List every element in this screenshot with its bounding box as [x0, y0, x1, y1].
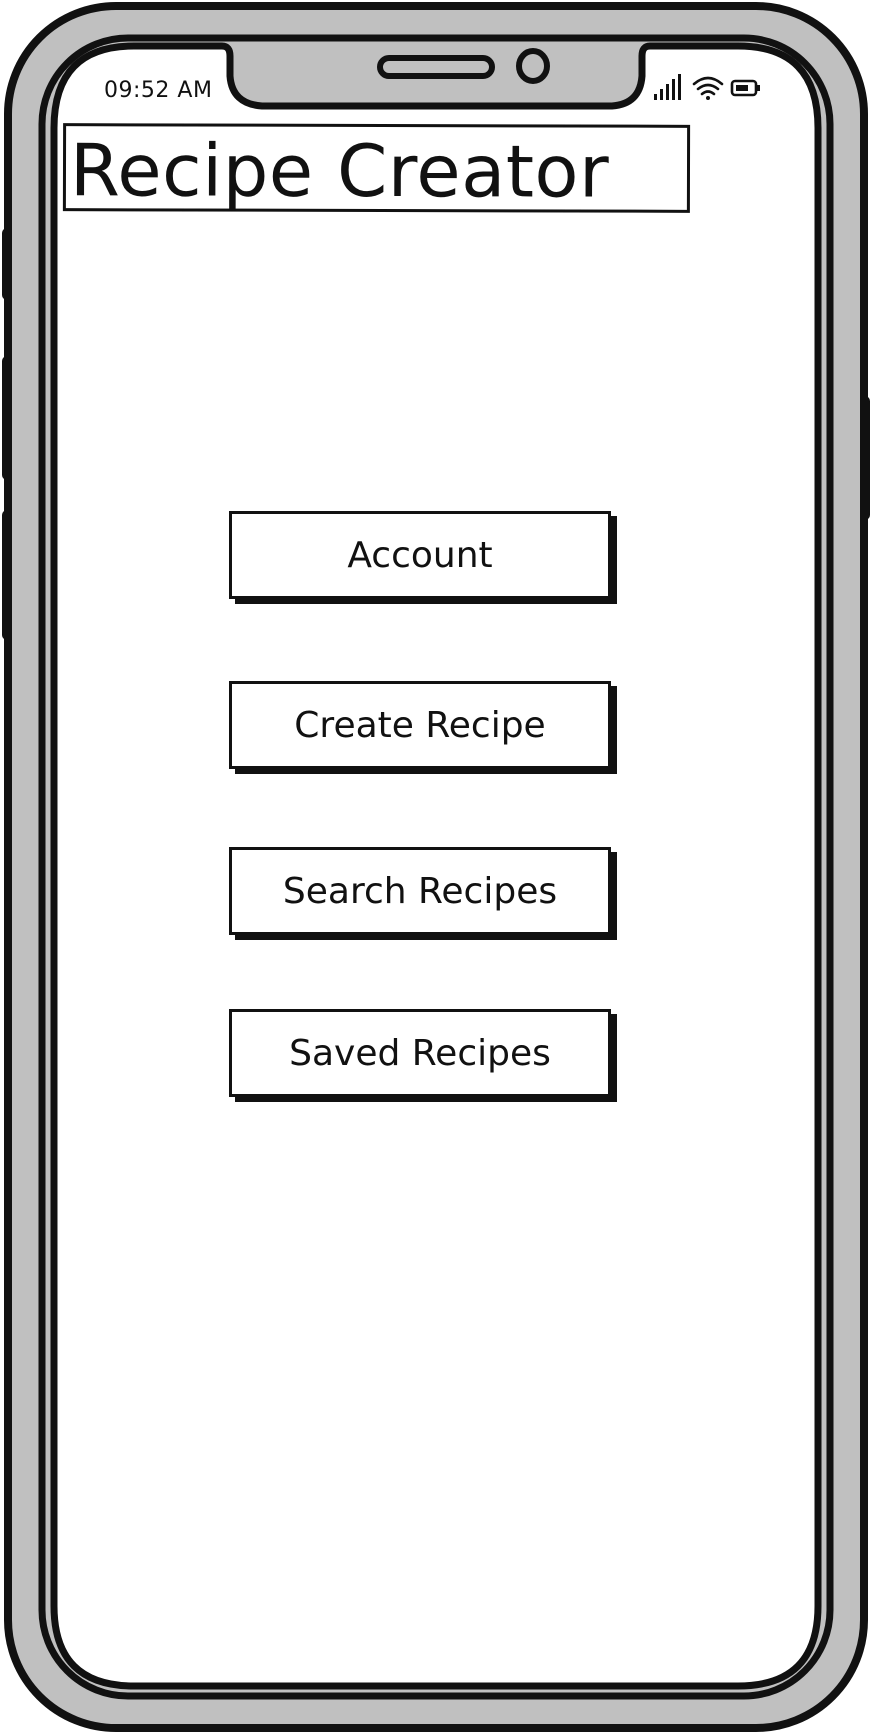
status-time: 09:52 AM [104, 78, 213, 103]
page-title: Recipe Creator [69, 128, 610, 214]
signal-icon [654, 74, 681, 100]
status-icons [654, 74, 760, 100]
saved-recipes-button-label: Saved Recipes [289, 1032, 551, 1074]
battery-icon [730, 79, 760, 97]
create-recipe-button-label: Create Recipe [294, 704, 546, 746]
search-recipes-button-label: Search Recipes [282, 870, 558, 912]
create-recipe-button[interactable]: Create Recipe [229, 681, 611, 769]
wireframe-stage: 09:52 AM Recipe Creator Account Create R… [0, 0, 872, 1734]
saved-recipes-button[interactable]: Saved Recipes [229, 1009, 611, 1097]
search-recipes-button[interactable]: Search Recipes [229, 847, 611, 935]
speaker-grille [377, 55, 495, 79]
account-button[interactable]: Account [229, 511, 611, 599]
title-box: Recipe Creator [62, 123, 691, 214]
front-camera [516, 48, 550, 84]
account-button-label: Account [347, 534, 493, 576]
wifi-icon [692, 76, 724, 100]
